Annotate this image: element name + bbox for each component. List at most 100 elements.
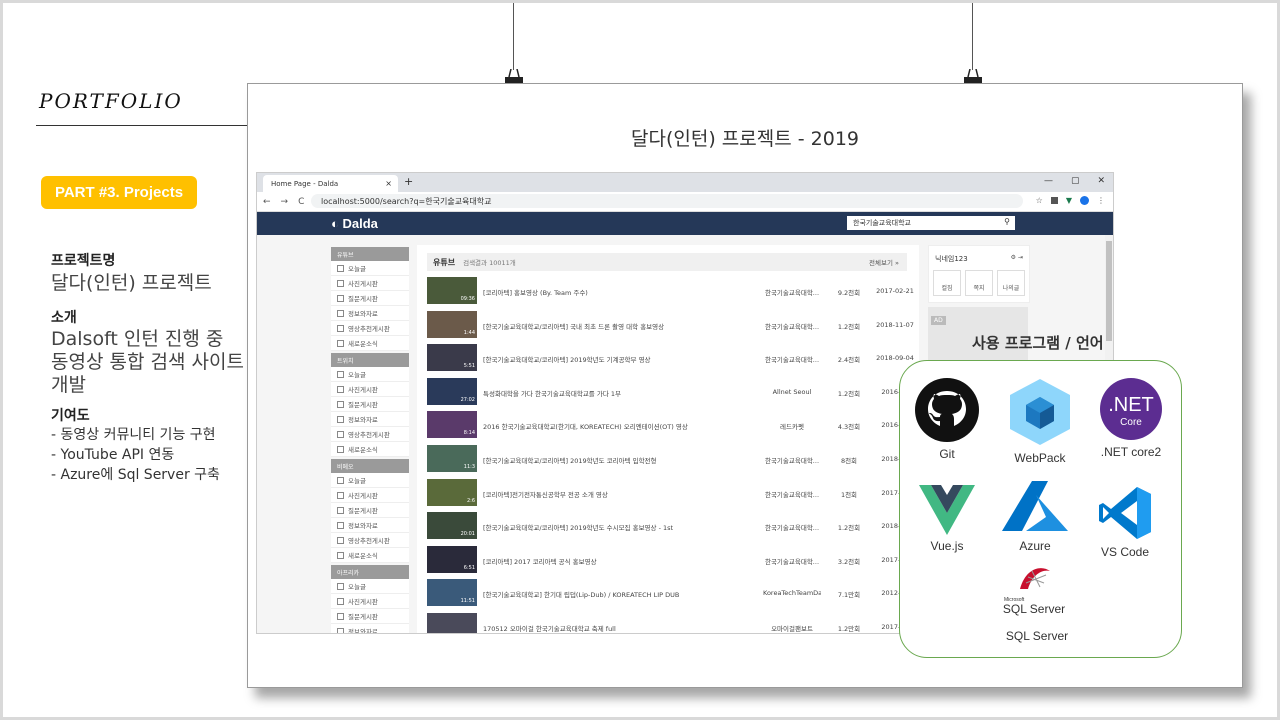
video-title[interactable]: 특성화대학을 가다 한국기술교육대학교를 가다 1부	[483, 388, 753, 398]
menu-item[interactable]: 새로운소식	[331, 336, 409, 351]
video-title[interactable]: [코리아텍]전기전자통신공학부 전공 소개 영상	[483, 489, 753, 499]
video-title[interactable]: 2016 한국기술교육대학교(한기대, KOREATECH) 오리엔테이션(OT…	[483, 421, 753, 431]
board-icon	[337, 339, 344, 347]
user-button[interactable]: 나의글	[997, 270, 1025, 296]
video-row[interactable]: 170512 오마이걸 한국기술교육대학교 축제 full 오마이걸팬보트 1.2만…	[427, 613, 909, 633]
menu-item[interactable]: 사진게시판	[331, 594, 409, 609]
drop-icon: ◐	[331, 216, 339, 231]
video-duration: 8:14	[463, 430, 475, 437]
video-thumbnail[interactable]: 11:3	[427, 445, 477, 472]
tool-label: WebPack	[1014, 451, 1066, 465]
menu-item[interactable]: 영상추천게시판	[331, 427, 409, 442]
search-icon[interactable]: ⚲	[1004, 217, 1010, 226]
video-thumbnail[interactable]: 5:51	[427, 344, 477, 372]
video-row[interactable]: 11:3 [한국기술교육대학교/코리아텍] 2019학년도 코리아텍 입학전형 한국…	[427, 445, 909, 473]
search-input[interactable]: 한국기술교육대학교 ⚲	[847, 216, 1015, 230]
forward-icon[interactable]: →	[281, 197, 289, 207]
video-row[interactable]: 2:6 [코리아텍]전기전자통신공학부 전공 소개 영상 한국기술교육대학... 1천…	[427, 478, 909, 507]
video-title[interactable]: [한국기술교육대학교/코리아텍] 2019학년도 코리아텍 입학전형	[483, 455, 753, 465]
video-row[interactable]: 1:44 [한국기술교육대학교/코리아텍] 국내 최초 드론 촬영 대학 홍보영상…	[427, 310, 914, 339]
reload-icon[interactable]: C	[298, 197, 304, 207]
menu-item[interactable]: 오늘글	[331, 473, 409, 488]
video-date: 2018-11-07	[876, 320, 914, 329]
menu-item[interactable]: 정보와자료	[331, 624, 409, 633]
video-row[interactable]: 6:51 [코리아텍] 2017 코리아텍 공식 홍보영상 한국기술교육대학... 3…	[427, 545, 909, 574]
video-duration: 6:51	[463, 564, 475, 571]
close-icon[interactable]: ×	[385, 179, 392, 188]
menu-item[interactable]: 새로운소식	[331, 548, 409, 563]
video-row[interactable]: 09:36 [코리아텍] 홍보영상 (By. Team 주수) 한국기술교육대학..…	[427, 277, 914, 305]
video-thumbnail[interactable]: 8:14	[427, 411, 477, 439]
video-row[interactable]: 11:51 [한국기술교육대학교] 한기대 립덥(Lip-Dub) / KOREA…	[427, 579, 909, 607]
video-row[interactable]: 8:14 2016 한국기술교육대학교(한기대, KOREATECH) 오리엔테이…	[427, 411, 909, 439]
star-icon[interactable]: ☆	[1036, 196, 1043, 205]
menu-section-title[interactable]: 아프리카	[331, 565, 409, 579]
menu-item[interactable]: 질문게시판	[331, 397, 409, 412]
tool-label: Azure	[1019, 539, 1051, 553]
github-icon	[915, 378, 979, 442]
board-icon	[337, 309, 344, 317]
video-thumbnail[interactable]: 6:51	[427, 545, 477, 573]
menu-item[interactable]: 새로운소식	[331, 442, 409, 457]
menu-icon[interactable]: ⋮	[1097, 196, 1105, 205]
browser-tab[interactable]: Home Page - Dalda ×	[263, 175, 398, 192]
menu-item[interactable]: 사진게시판	[331, 488, 409, 503]
menu-item[interactable]: 정보와자료	[331, 412, 409, 427]
menu-item[interactable]: 정보와자료	[331, 518, 409, 533]
video-thumbnail[interactable]: 2:6	[427, 478, 477, 506]
menu-item[interactable]: 정보와자료	[331, 306, 409, 321]
menu-item[interactable]: 질문게시판	[331, 503, 409, 518]
menu-section-title[interactable]: 유튜브	[331, 247, 409, 261]
video-title[interactable]: [코리아텍] 홍보영상 (By. Team 주수)	[483, 287, 753, 297]
user-button[interactable]: 쪽지	[965, 270, 993, 296]
back-icon[interactable]: ←	[263, 197, 271, 207]
menu-item[interactable]: 사진게시판	[331, 382, 409, 397]
video-title[interactable]: [한국기술교육대학교] 한기대 립덥(Lip-Dub) / KOREATECH …	[483, 589, 753, 599]
video-title[interactable]: 170512 오마이걸 한국기술교육대학교 축제 full	[483, 623, 753, 633]
video-row[interactable]: 20:01 [한국기술교육대학교/코리아텍] 2019학년도 수시모집 홍보영상 …	[427, 512, 909, 540]
menu-item[interactable]: 오늘글	[331, 261, 409, 276]
video-row[interactable]: 27:02 특성화대학을 가다 한국기술교육대학교를 가다 1부 Allnet Se…	[427, 377, 909, 406]
extension-icon[interactable]: ▼	[1066, 196, 1072, 205]
video-title[interactable]: [한국기술교육대학교/코리아텍] 국내 최초 드론 촬영 대학 홍보영상	[483, 321, 753, 331]
contrib-item: - Azure에 Sql Server 구축	[51, 467, 220, 483]
video-title[interactable]: [한국기술교육대학교/코리아텍] 2019학년도 수시모집 홍보영상 - 1st	[483, 522, 753, 532]
scroll-thumb[interactable]	[1106, 241, 1112, 341]
video-views: 1.2천회	[837, 524, 861, 533]
menu-item[interactable]: 질문게시판	[331, 609, 409, 624]
dotnet-icon: .NET Core	[1100, 378, 1162, 440]
video-thumbnail[interactable]: 20:01	[427, 512, 477, 540]
tool-label: VS Code	[1100, 545, 1150, 559]
menu-section-title[interactable]: 비메오	[331, 459, 409, 473]
video-title[interactable]: [한국기술교육대학교/코리아텍] 2019학년도 기계공학부 영상	[483, 354, 753, 364]
video-thumbnail[interactable]: 11:51	[427, 579, 477, 607]
minimize-button[interactable]: —	[1044, 176, 1053, 186]
menu-item[interactable]: 영상추천게시판	[331, 321, 409, 336]
view-all-link[interactable]: 전체보기 »	[869, 257, 899, 267]
new-tab-button[interactable]: +	[404, 175, 413, 188]
menu-item[interactable]: 오늘글	[331, 579, 409, 594]
video-thumbnail[interactable]: 09:36	[427, 277, 477, 304]
video-row[interactable]: 5:51 [한국기술교육대학교/코리아텍] 2019학년도 기계공학부 영상 한국기…	[427, 344, 914, 372]
board-icon	[337, 521, 344, 529]
avatar[interactable]	[1080, 196, 1089, 205]
extension-icon[interactable]	[1050, 197, 1058, 204]
menu-item[interactable]: 질문게시판	[331, 291, 409, 306]
contrib-section: 기여도 - 동영상 커뮤니티 기능 구현 - YouTube API 연동 - …	[51, 405, 220, 485]
user-button[interactable]: 컬짐	[933, 270, 961, 296]
video-thumbnail[interactable]: 1:44	[427, 310, 477, 338]
user-icons[interactable]: ⚙ ⇥	[1011, 254, 1023, 261]
url-field[interactable]: localhost:5000/search?q=한국기술교육대학교	[311, 194, 1023, 208]
menu-item[interactable]: 오늘글	[331, 367, 409, 382]
menu-section-title[interactable]: 트위치	[331, 353, 409, 367]
intro-heading: 소개	[51, 310, 77, 326]
maximize-button[interactable]: ▢	[1071, 176, 1080, 186]
menu-item[interactable]: 사진게시판	[331, 276, 409, 291]
video-thumbnail[interactable]: 27:02	[427, 377, 477, 405]
video-thumbnail[interactable]	[427, 613, 477, 633]
video-title[interactable]: [코리아텍] 2017 코리아텍 공식 홍보영상	[483, 556, 753, 566]
site-logo[interactable]: ◐ Dalda	[331, 216, 378, 231]
menu-item[interactable]: 영상추천게시판	[331, 533, 409, 548]
contrib-item: - 동영상 커뮤니티 기능 구현	[51, 427, 216, 443]
close-window-button[interactable]: ✕	[1097, 176, 1105, 186]
